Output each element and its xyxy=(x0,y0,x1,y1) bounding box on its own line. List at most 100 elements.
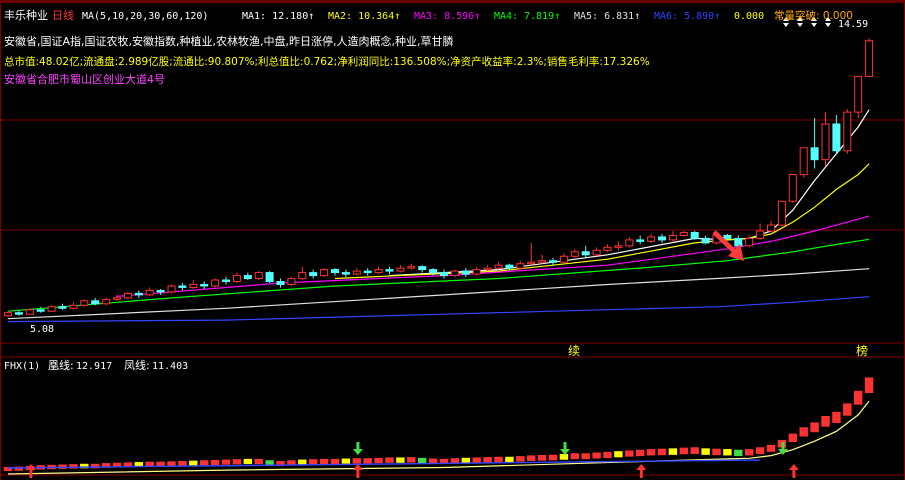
candle-body xyxy=(320,269,329,277)
candle-body xyxy=(625,239,634,247)
candle-body xyxy=(113,297,121,300)
sell-arrow-stem xyxy=(356,442,360,449)
candle-body xyxy=(265,272,274,283)
sub-bar xyxy=(755,447,765,454)
ma-legend-item-2: MA2: 10.364↑ xyxy=(328,11,400,22)
ma-legend-item-3: MA3: 8.596↑ xyxy=(414,11,480,22)
sub-bar xyxy=(232,459,242,465)
ma-legend-item-5: MA5: 6.831↑ xyxy=(574,11,640,22)
sub-bar xyxy=(494,456,503,463)
sub-bar xyxy=(668,448,678,455)
stock-name[interactable]: 丰乐种业 xyxy=(4,8,48,22)
candle-body xyxy=(123,292,132,299)
candle-body xyxy=(156,289,165,293)
extra-value: 0.000 xyxy=(734,11,764,22)
sub-bar xyxy=(374,457,383,464)
candle-body xyxy=(832,123,841,152)
candle-body xyxy=(145,289,154,296)
candle-body xyxy=(298,272,307,280)
candle-body xyxy=(222,279,230,283)
indicator-name: FHX(1) xyxy=(4,361,40,372)
sub-bar xyxy=(385,457,394,463)
sub-bar xyxy=(189,460,198,466)
ma-legend: MA1: 12.180↑ MA2: 10.364↑ MA3: 8.596↑ MA4: … xyxy=(242,9,853,22)
sub-bar xyxy=(461,457,470,464)
candle-body xyxy=(821,123,830,161)
candle-body xyxy=(254,272,263,280)
candle-body xyxy=(429,269,438,274)
period-label[interactable]: 日线 xyxy=(52,8,74,22)
candle-body xyxy=(865,40,874,77)
sub-bar xyxy=(745,449,754,456)
candle-body xyxy=(723,234,732,239)
sub-bar xyxy=(832,411,841,424)
candle-body xyxy=(679,231,688,236)
candle-body xyxy=(483,267,492,271)
buy-arrow-stem xyxy=(29,470,33,478)
date-marker-2: 榜 xyxy=(856,343,868,358)
candle-body xyxy=(516,263,525,269)
sub-bar xyxy=(864,377,874,394)
candle-body xyxy=(538,260,547,263)
sub-bar xyxy=(559,453,569,460)
candle-body xyxy=(592,249,601,256)
candlestick-chart[interactable]: 丰乐种业 日线 MA(5,10,20,30,60,120) MA1: 12.18… xyxy=(0,0,905,480)
sub-bar xyxy=(690,447,699,454)
candle-body xyxy=(4,312,12,317)
sub-bar xyxy=(483,457,492,463)
sub-bar xyxy=(712,448,721,456)
company-address: 安徽省合肥市蜀山区创业大道4号 xyxy=(4,72,165,86)
sub-bar xyxy=(319,458,329,465)
candle-body xyxy=(341,272,350,275)
sub-bar xyxy=(679,447,688,455)
buy-arrow-stem xyxy=(792,470,796,478)
candle-body xyxy=(549,260,557,263)
candle-body xyxy=(777,200,786,226)
indicator-line2-value: 11.403 xyxy=(152,361,188,372)
sub-bar xyxy=(548,454,558,461)
ma-legend-item-1: MA1: 12.180↑ xyxy=(242,11,314,22)
candle-body xyxy=(570,251,579,257)
fundamentals-line: 总市值:48.02亿;流通盘:2.989亿股;流通比:90.807%;利总值比:… xyxy=(4,55,650,68)
sub-bar xyxy=(309,459,318,465)
candle-body xyxy=(527,261,536,265)
sub-bar xyxy=(581,453,590,460)
sub-bar xyxy=(614,451,623,458)
candle-body xyxy=(647,236,656,242)
sub-bar xyxy=(527,455,536,461)
candle-body xyxy=(559,255,568,263)
sub-bar xyxy=(407,457,416,463)
sell-arrow-stem xyxy=(781,442,785,449)
candle-body xyxy=(450,270,459,277)
sub-bar xyxy=(723,449,732,456)
sub-bar xyxy=(178,460,187,466)
candle-body xyxy=(232,275,241,283)
sell-arrow-stem xyxy=(563,442,567,449)
sub-bar xyxy=(603,451,612,458)
candle-body xyxy=(756,230,765,239)
candle-body xyxy=(701,237,710,244)
candle-body xyxy=(211,279,220,287)
candle-body xyxy=(385,269,394,272)
candle-body xyxy=(363,270,372,274)
sub-bar xyxy=(734,449,743,457)
candle-body xyxy=(243,275,252,280)
sub-bar xyxy=(821,416,830,427)
indicator-line1-value: 12.917 xyxy=(76,361,112,372)
candle-body xyxy=(69,304,78,309)
sub-bar xyxy=(330,458,340,465)
sub-bar xyxy=(537,455,547,461)
ma-legend-item-6: MA6: 5.890↑ xyxy=(654,11,720,22)
candle-body xyxy=(440,272,448,277)
candle-body xyxy=(58,306,67,309)
candle-body xyxy=(14,312,23,315)
sub-bar xyxy=(363,458,372,464)
candle-body xyxy=(178,285,187,288)
candle-body xyxy=(472,269,481,275)
candle-body xyxy=(407,266,416,269)
chart-background xyxy=(0,0,905,480)
candle-body xyxy=(80,300,89,306)
candle-body xyxy=(788,174,797,202)
candle-body xyxy=(102,298,111,305)
sub-bar xyxy=(298,459,307,465)
